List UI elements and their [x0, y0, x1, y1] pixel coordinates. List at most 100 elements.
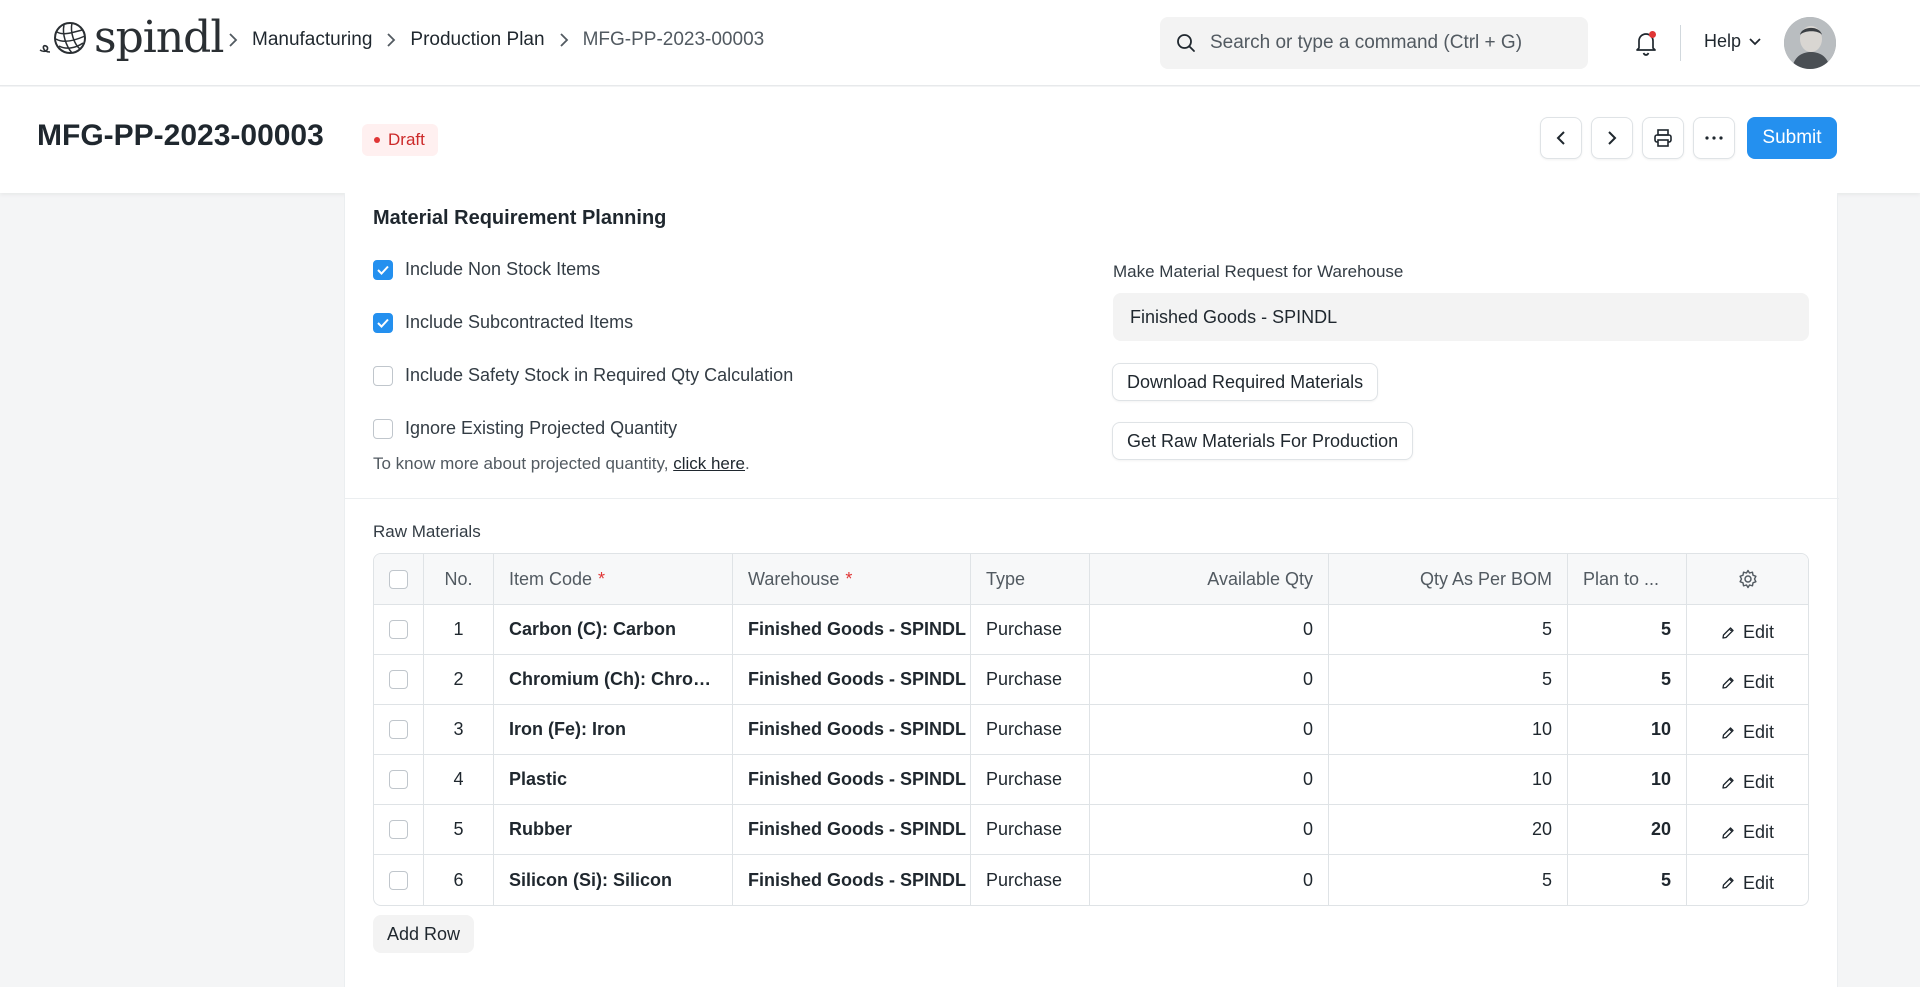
row-item-code[interactable]: Iron (Fe): Iron	[494, 705, 733, 754]
required-mark: *	[598, 568, 606, 589]
row-type[interactable]: Purchase	[971, 855, 1090, 905]
section-divider	[345, 498, 1839, 499]
table-row[interactable]: 2 Chromium (Ch): Chrom... Finished Goods…	[374, 655, 1808, 705]
include-subcontracted-checkbox[interactable]: Include Subcontracted Items	[373, 312, 633, 333]
navbar: spindl Manufacturing Production Plan MFG…	[0, 0, 1920, 86]
chevron-right-icon	[228, 33, 238, 47]
row-plan[interactable]: 20	[1568, 805, 1687, 854]
breadcrumb-production-plan[interactable]: Production Plan	[410, 29, 544, 51]
next-doc-button[interactable]	[1591, 117, 1633, 159]
select-all-checkbox[interactable]	[389, 569, 408, 589]
gear-icon	[1738, 569, 1757, 589]
breadcrumb-manufacturing[interactable]: Manufacturing	[252, 29, 372, 51]
col-available-qty[interactable]: Available Qty	[1090, 554, 1329, 604]
col-warehouse[interactable]: Warehouse *	[733, 554, 971, 604]
row-available-qty[interactable]: 0	[1090, 705, 1329, 754]
row-available-qty[interactable]: 0	[1090, 655, 1329, 704]
row-item-code[interactable]: Chromium (Ch): Chrom...	[494, 655, 733, 704]
row-item-code[interactable]: Rubber	[494, 805, 733, 854]
table-row[interactable]: 6 Silicon (Si): Silicon Finished Goods -…	[374, 855, 1808, 905]
row-edit-button[interactable]: Edit	[1721, 772, 1774, 793]
row-available-qty[interactable]: 0	[1090, 805, 1329, 854]
col-type[interactable]: Type	[971, 554, 1090, 604]
row-select-cell	[374, 705, 424, 754]
row-edit-button[interactable]: Edit	[1721, 822, 1774, 843]
row-item-code[interactable]: Carbon (C): Carbon	[494, 605, 733, 654]
warehouse-field[interactable]: Finished Goods - SPINDL	[1113, 293, 1809, 341]
checkbox-unchecked[interactable]	[373, 365, 393, 386]
help-dropdown[interactable]: Help	[1704, 31, 1761, 52]
notifications-button[interactable]	[1632, 29, 1660, 57]
row-qty-bom[interactable]: 10	[1329, 755, 1568, 804]
row-item-code[interactable]: Plastic	[494, 755, 733, 804]
search-bar[interactable]	[1160, 17, 1588, 69]
row-available-qty[interactable]: 0	[1090, 755, 1329, 804]
row-qty-bom[interactable]: 5	[1329, 655, 1568, 704]
col-item-code[interactable]: Item Code *	[494, 554, 733, 604]
row-type[interactable]: Purchase	[971, 755, 1090, 804]
row-warehouse[interactable]: Finished Goods - SPINDL	[733, 655, 971, 704]
row-edit-button[interactable]: Edit	[1721, 672, 1774, 693]
checkbox-checked[interactable]	[373, 259, 393, 280]
row-item-code-text: Iron (Fe): Iron	[509, 719, 626, 739]
row-available-qty[interactable]: 0	[1090, 605, 1329, 654]
app-logo[interactable]: spindl	[38, 16, 224, 60]
table-row[interactable]: 4 Plastic Finished Goods - SPINDL Purcha…	[374, 755, 1808, 805]
row-type[interactable]: Purchase	[971, 705, 1090, 754]
row-warehouse[interactable]: Finished Goods - SPINDL	[733, 605, 971, 654]
check-icon	[377, 265, 389, 275]
row-plan[interactable]: 5	[1568, 655, 1687, 704]
add-row-button[interactable]: Add Row	[373, 915, 475, 953]
row-checkbox[interactable]	[389, 720, 408, 739]
row-qty-bom[interactable]: 10	[1329, 705, 1568, 754]
submit-button[interactable]: Submit	[1747, 117, 1837, 159]
row-warehouse[interactable]: Finished Goods - SPINDL	[733, 855, 971, 905]
include-non-stock-checkbox[interactable]: Include Non Stock Items	[373, 259, 600, 280]
more-actions-button[interactable]	[1693, 117, 1735, 159]
row-available-qty[interactable]: 0	[1090, 855, 1329, 905]
row-item-code[interactable]: Silicon (Si): Silicon	[494, 855, 733, 905]
row-checkbox[interactable]	[389, 820, 408, 839]
row-select-cell	[374, 655, 424, 704]
row-plan[interactable]: 5	[1568, 855, 1687, 905]
row-qty-bom[interactable]: 20	[1329, 805, 1568, 854]
table-row[interactable]: 1 Carbon (C): Carbon Finished Goods - SP…	[374, 605, 1808, 655]
table-row[interactable]: 5 Rubber Finished Goods - SPINDL Purchas…	[374, 805, 1808, 855]
col-qty-bom[interactable]: Qty As Per BOM	[1329, 554, 1568, 604]
row-plan[interactable]: 10	[1568, 755, 1687, 804]
column-settings-button[interactable]	[1687, 554, 1808, 604]
row-type[interactable]: Purchase	[971, 805, 1090, 854]
row-checkbox[interactable]	[389, 620, 408, 639]
pencil-icon	[1722, 776, 1734, 789]
row-checkbox[interactable]	[389, 670, 408, 689]
breadcrumb-current[interactable]: MFG-PP-2023-00003	[583, 29, 765, 51]
table-row[interactable]: 3 Iron (Fe): Iron Finished Goods - SPIND…	[374, 705, 1808, 755]
row-warehouse[interactable]: Finished Goods - SPINDL	[733, 755, 971, 804]
get-raw-materials-button[interactable]: Get Raw Materials For Production	[1112, 422, 1414, 460]
download-required-materials-button[interactable]: Download Required Materials	[1112, 363, 1379, 401]
row-plan[interactable]: 10	[1568, 705, 1687, 754]
user-avatar[interactable]	[1784, 17, 1836, 69]
click-here-link[interactable]: click here	[673, 454, 745, 473]
checkbox-unchecked[interactable]	[373, 418, 393, 439]
include-safety-stock-checkbox[interactable]: Include Safety Stock in Required Qty Cal…	[373, 365, 793, 386]
row-checkbox[interactable]	[389, 770, 408, 789]
row-qty-bom[interactable]: 5	[1329, 855, 1568, 905]
ignore-projected-qty-checkbox[interactable]: Ignore Existing Projected Quantity	[373, 418, 677, 439]
row-edit-button[interactable]: Edit	[1721, 622, 1774, 643]
row-plan[interactable]: 5	[1568, 605, 1687, 654]
row-type[interactable]: Purchase	[971, 605, 1090, 654]
previous-doc-button[interactable]	[1540, 117, 1582, 159]
row-warehouse[interactable]: Finished Goods - SPINDL	[733, 705, 971, 754]
print-button[interactable]	[1642, 117, 1684, 159]
col-plan[interactable]: Plan to ...	[1568, 554, 1687, 604]
row-qty-bom[interactable]: 5	[1329, 605, 1568, 654]
row-checkbox[interactable]	[389, 870, 408, 890]
checkbox-checked[interactable]	[373, 312, 393, 333]
pencil-icon	[1722, 877, 1734, 889]
row-warehouse[interactable]: Finished Goods - SPINDL	[733, 805, 971, 854]
row-edit-button[interactable]: Edit	[1721, 873, 1774, 894]
row-edit-button[interactable]: Edit	[1721, 722, 1774, 743]
row-type[interactable]: Purchase	[971, 655, 1090, 704]
search-input[interactable]	[1210, 32, 1550, 54]
